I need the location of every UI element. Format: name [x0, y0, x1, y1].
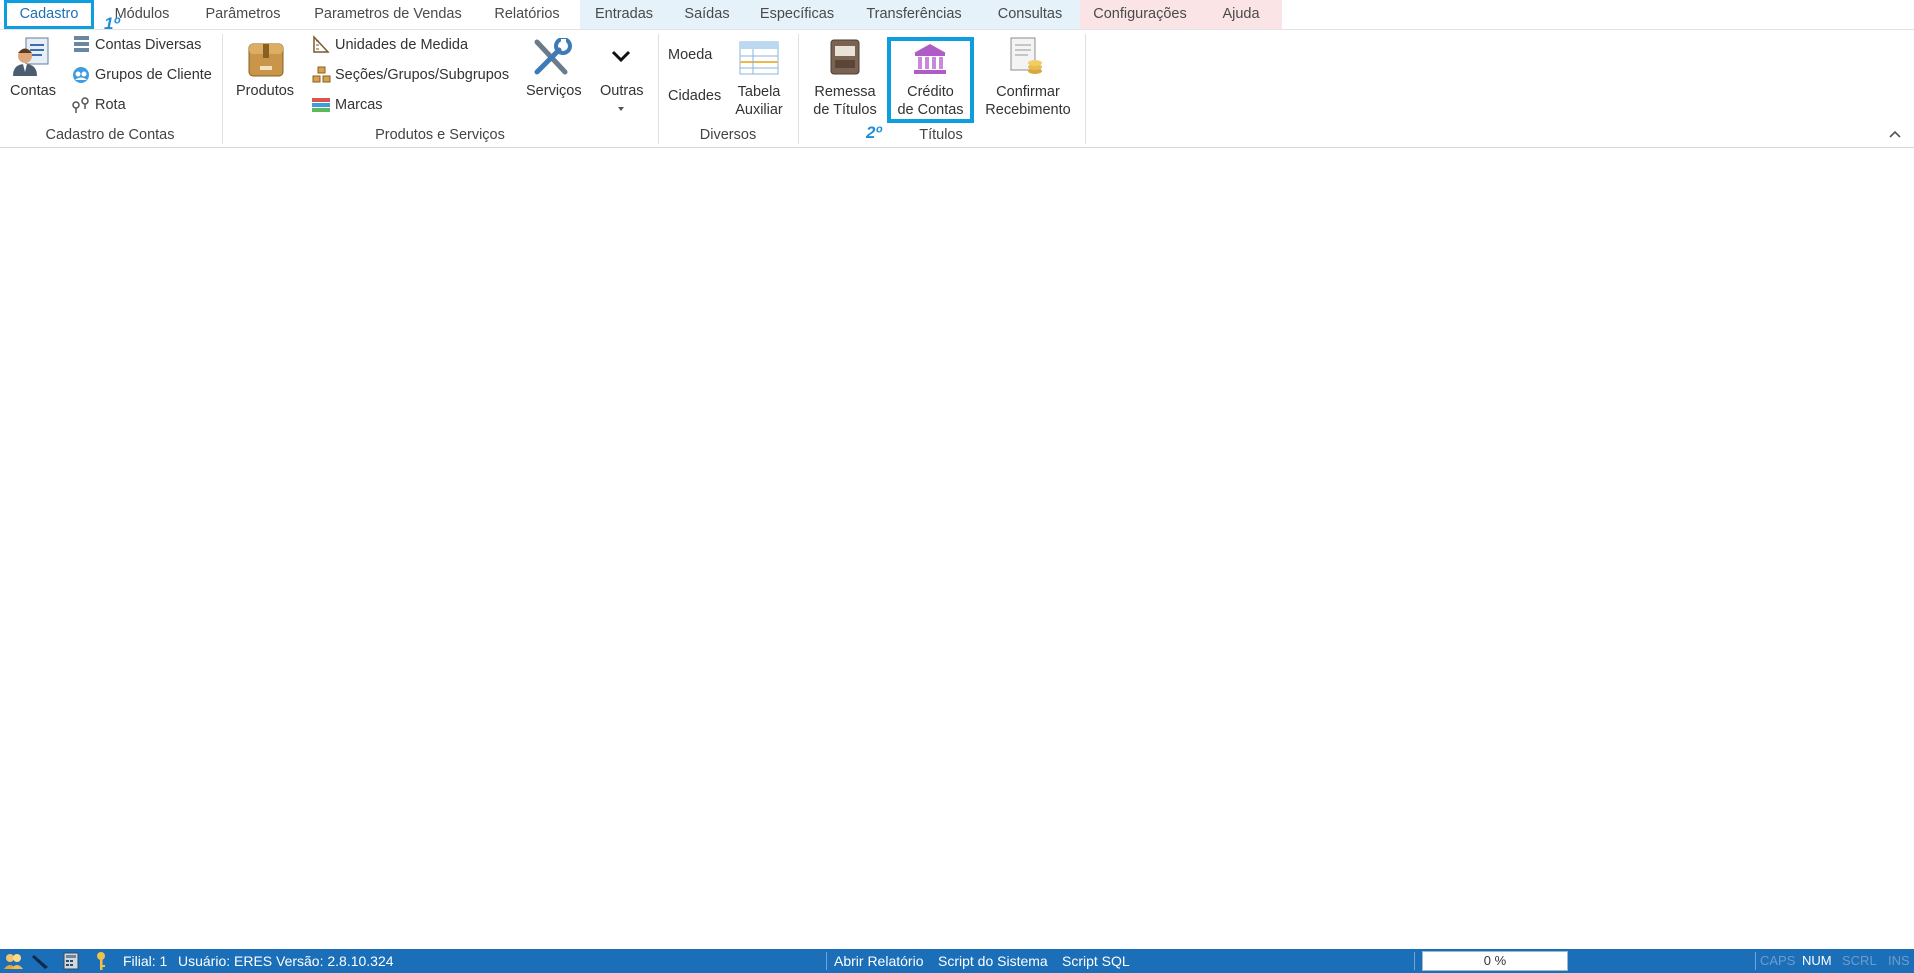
- remessa-label-line1: Remessa: [814, 84, 876, 100]
- confirmar-label-line1: Confirmar: [996, 84, 1060, 100]
- group-label-titulos: Títulos: [919, 127, 963, 143]
- secoes-grupos-subgrupos-button[interactable]: Seções/Grupos/Subgrupos: [335, 67, 509, 83]
- credito-label-line1: Crédito: [907, 84, 954, 100]
- tab-saidas[interactable]: Saídas: [668, 0, 746, 29]
- tab-transferencias[interactable]: Transferências: [848, 0, 980, 29]
- status-divider: [1414, 952, 1415, 970]
- num-indicator: NUM: [1802, 953, 1832, 968]
- contas-diversas-icon: [74, 36, 89, 52]
- ins-indicator: INS: [1888, 953, 1910, 968]
- group-label-diversos: Diversos: [699, 127, 757, 143]
- servicos-button[interactable]: Serviços: [526, 83, 582, 99]
- credito-label-line2: de Contas: [897, 102, 964, 118]
- contas-button[interactable]: Contas: [10, 83, 56, 99]
- tab-cadastro[interactable]: Cadastro: [4, 0, 94, 29]
- key-icon[interactable]: [95, 951, 107, 971]
- tab-parametros-de-vendas[interactable]: Parametros de Vendas: [306, 0, 470, 29]
- collapse-ribbon-icon[interactable]: [1888, 129, 1902, 139]
- progress-bar: 0 %: [1422, 951, 1568, 971]
- outras-button[interactable]: Outras: [600, 83, 644, 99]
- bank-icon: [914, 44, 946, 74]
- remessa-label-line2: de Títulos: [813, 102, 877, 118]
- tab-configuracoes[interactable]: Configurações: [1080, 0, 1200, 29]
- scrl-indicator: SCRL: [1842, 953, 1877, 968]
- versao-text: Versão: 2.8.10.324: [276, 953, 394, 969]
- main-workspace: [0, 148, 1914, 949]
- caps-indicator: CAPS: [1760, 953, 1796, 968]
- confirmar-recebimento-button[interactable]: Confirmar Recebimento: [982, 83, 1074, 119]
- dropdown-arrow-icon: [618, 107, 624, 111]
- tab-consultas[interactable]: Consultas: [980, 0, 1080, 29]
- progress-text: 0 %: [1483, 953, 1507, 968]
- chevron-down-icon: [611, 50, 631, 63]
- usuario-text: Usuário: ERES: [178, 953, 273, 969]
- tab-entradas[interactable]: Entradas: [580, 0, 668, 29]
- tabela-auxiliar-button[interactable]: Tabela Auxiliar: [728, 83, 790, 119]
- contas-diversas-button[interactable]: Contas Diversas: [95, 37, 201, 53]
- remessa-de-titulos-button[interactable]: Remessa de Títulos: [808, 83, 882, 119]
- status-divider: [826, 952, 827, 970]
- grupos-cliente-button[interactable]: Grupos de Cliente: [95, 67, 212, 83]
- tab-ajuda[interactable]: Ajuda: [1200, 0, 1282, 29]
- tabela-auxiliar-label-line2: Auxiliar: [735, 102, 783, 118]
- status-divider: [1755, 952, 1756, 970]
- ribbon-panel: Contas Contas Diversas Grupos de Cliente…: [0, 29, 1914, 148]
- script-do-sistema-link[interactable]: Script do Sistema: [938, 949, 1048, 973]
- tabela-auxiliar-label-line1: Tabela: [737, 84, 781, 100]
- servicos-icon: [534, 38, 572, 75]
- remessa-titulos-icon: [830, 39, 860, 75]
- tab-especificas[interactable]: Específicas: [746, 0, 848, 29]
- secoes-grupos-icon: [312, 66, 331, 83]
- cidades-button[interactable]: Cidades: [668, 88, 721, 104]
- script-sql-link[interactable]: Script SQL: [1062, 949, 1130, 973]
- produtos-button[interactable]: Produtos: [236, 83, 294, 99]
- users-icon[interactable]: [3, 952, 23, 970]
- credito-de-contas-button[interactable]: Crédito de Contas: [891, 83, 970, 119]
- pen-icon[interactable]: [31, 952, 51, 970]
- tabela-auxiliar-icon: [739, 41, 779, 75]
- tab-relatorios[interactable]: Relatórios: [486, 0, 568, 29]
- grupos-cliente-icon: [73, 67, 89, 83]
- abrir-relatorio-link[interactable]: Abrir Relatório: [834, 949, 923, 973]
- marcas-button[interactable]: Marcas: [335, 97, 383, 113]
- contas-icon: [13, 37, 49, 76]
- confirmar-label-line2: Recebimento: [985, 102, 1071, 118]
- group-label-produtos-e-servicos: Produtos e Serviços: [375, 127, 505, 143]
- group-divider: [1085, 34, 1086, 144]
- calculator-icon[interactable]: [63, 952, 79, 970]
- group-label-cadastro-de-contas: Cadastro de Contas: [45, 127, 175, 143]
- tab-parametros[interactable]: Parâmetros: [196, 0, 290, 29]
- confirmar-recebimento-icon: [1010, 37, 1042, 74]
- filial-text: Filial: 1: [123, 953, 168, 969]
- moeda-button[interactable]: Moeda: [668, 47, 712, 63]
- unidades-de-medida-icon: [313, 35, 330, 53]
- ribbon-tab-bar: Cadastro Módulos Parâmetros Parametros d…: [0, 0, 1914, 33]
- unidades-de-medida-button[interactable]: Unidades de Medida: [335, 37, 468, 53]
- marcas-icon: [312, 98, 330, 112]
- rota-button[interactable]: Rota: [95, 97, 126, 113]
- rota-icon: [72, 97, 89, 113]
- status-bar: Filial: 1 Usuário: ERES Versão: 2.8.10.3…: [0, 949, 1914, 973]
- produtos-icon: [248, 43, 284, 77]
